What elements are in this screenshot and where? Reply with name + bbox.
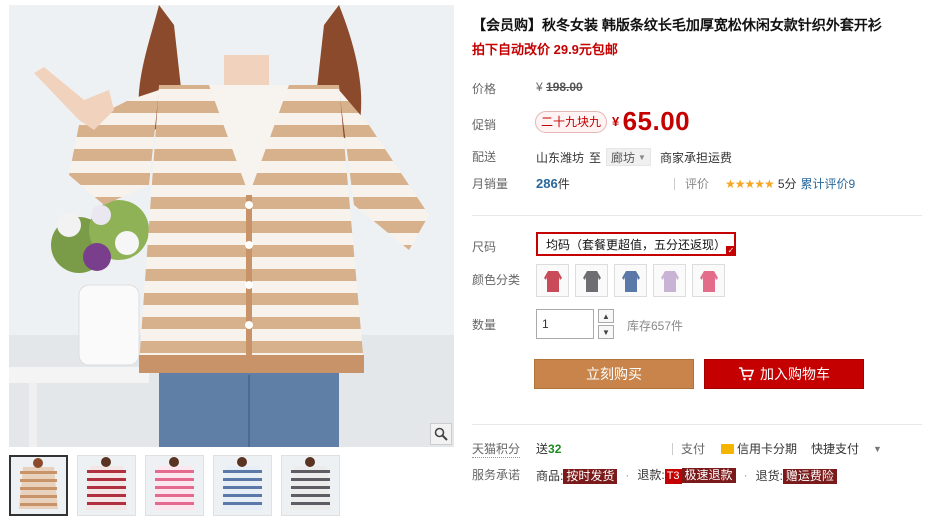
cardigan-icon (543, 270, 562, 292)
credit-installment-label: 信用卡分期 (737, 442, 798, 456)
sales-count-number: 286 (536, 176, 558, 191)
divider (472, 424, 922, 425)
thumbnail-blue[interactable] (213, 455, 272, 516)
city-value: 廊坊 (611, 150, 636, 165)
cart-icon (739, 367, 754, 381)
stock-count: 库存657件 (627, 319, 684, 333)
city-select[interactable]: 廊坊 ▼ (606, 148, 651, 166)
service-return: 退货: 赠运费险 (756, 467, 837, 484)
points-label[interactable]: 天猫积分 (472, 440, 521, 458)
points-value: 送32 (536, 440, 561, 457)
main-product-image[interactable] (9, 5, 454, 447)
separator (674, 177, 675, 190)
chevron-up-icon: ▲ (602, 311, 610, 321)
sales-count-unit: 件 (557, 177, 570, 191)
thumbnail-beige[interactable] (9, 455, 68, 516)
thumbnail-pink[interactable] (145, 455, 204, 516)
sales-count: 286件 (536, 175, 570, 192)
service-goods-label: 商品: (536, 468, 564, 483)
service-return-tag[interactable]: 赠运费险 (782, 468, 837, 484)
quantity-label: 数量 (472, 318, 497, 332)
color-swatch-grey[interactable] (575, 264, 608, 297)
promo-tag: 二十九块九 (535, 111, 608, 133)
color-swatch-red[interactable] (536, 264, 569, 297)
service-goods-tag[interactable]: 按时发货 (563, 468, 618, 484)
buy-now-label: 立刻购买 (586, 366, 642, 382)
product-subtitle: 拍下自动改价 29.9元包邮 (472, 42, 618, 57)
cardigan-icon (582, 270, 601, 292)
original-price: ¥ 198.00 (536, 80, 583, 94)
thumbnail-red[interactable] (77, 455, 136, 516)
quick-pay[interactable]: 快捷支付 (811, 440, 859, 457)
separator (672, 442, 673, 455)
promo-price-currency: ¥ (612, 114, 620, 129)
points-prefix: 送 (536, 442, 549, 456)
size-option-selected[interactable]: 均码（套餐更超值，五分还返现） ✓ (536, 232, 737, 256)
quantity-input[interactable] (536, 309, 594, 339)
chevron-down-icon: ▼ (638, 152, 646, 162)
service-return-label: 退货: (755, 468, 783, 483)
add-to-cart-label: 加入购物车 (760, 366, 830, 382)
size-option-text: 均码（套餐更超值，五分还返现） (546, 238, 727, 252)
cardigan-icon (699, 270, 718, 292)
color-swatch-lavender[interactable] (653, 264, 686, 297)
buy-now-button[interactable]: 立刻购买 (534, 359, 694, 389)
quantity-decrease-button[interactable]: ▼ (598, 325, 614, 339)
star-rating-icon: ★★★★★ (725, 176, 775, 191)
original-price-value: 198.00 (546, 80, 583, 94)
service-refund-tag[interactable]: 极速退款 (681, 468, 736, 483)
points-number: 32 (548, 442, 562, 456)
separator-dot: · (625, 468, 630, 482)
rating-block: 评价 ★★★★★ 5分 累计评价9 (674, 175, 855, 192)
product-info-panel: 【会员购】秋冬女装 韩版条纹长毛加厚宽松休闲女款针织外套开衫 拍下自动改价 29… (472, 0, 930, 522)
shipping-label: 配送 (472, 150, 497, 164)
credit-card-icon (721, 444, 735, 454)
thumbnail-grey[interactable] (281, 455, 340, 516)
product-gallery (9, 5, 454, 519)
ship-to-word: 至 (589, 150, 602, 165)
service-refund-badge: T3 (664, 469, 682, 484)
service-refund: 退款: T3 极速退款 (637, 466, 736, 484)
sales-label: 月销量 (472, 177, 509, 191)
promo-price: ¥ 65.00 (612, 106, 690, 137)
promo-label: 促销 (472, 118, 497, 132)
rating-score: 5分 (777, 177, 797, 191)
divider (472, 215, 922, 216)
shipping-note: 商家承担运费 (659, 150, 732, 165)
total-reviews-link[interactable]: 累计评价9 (801, 175, 856, 192)
color-swatch-blue[interactable] (614, 264, 647, 297)
service-promises: 商品: 按时发货 · 退款: T3 极速退款 · 退货: 赠运费险 (536, 466, 837, 484)
color-swatches (536, 264, 725, 297)
credit-installment[interactable]: 信用卡分期 (721, 440, 797, 457)
ship-from: 山东潍坊 (536, 150, 585, 165)
product-title: 【会员购】秋冬女装 韩版条纹长毛加厚宽松休闲女款针织外套开衫 (472, 17, 882, 33)
cardigan-icon (621, 270, 640, 292)
thumbnail-strip (9, 455, 340, 516)
cardigan-icon (660, 270, 679, 292)
price-label: 价格 (472, 82, 497, 96)
chevron-down-icon[interactable]: ▼ (873, 444, 882, 454)
magnifier-icon[interactable] (430, 423, 452, 445)
shipping-info: 山东潍坊 至 廊坊 ▼ 商家承担运费 (536, 148, 732, 166)
service-goods: 商品: 按时发货 (536, 467, 618, 484)
promo-price-value: 65.00 (622, 106, 691, 136)
separator-dot: · (743, 468, 748, 482)
size-label: 尺码 (472, 240, 497, 254)
rating-label: 评价 (685, 177, 710, 191)
service-refund-label: 退款: (637, 468, 665, 482)
payment-label: 支付 (681, 442, 706, 456)
chevron-down-icon: ▼ (602, 327, 610, 337)
color-label: 颜色分类 (472, 273, 521, 287)
color-swatch-pink[interactable] (692, 264, 725, 297)
original-price-currency: ¥ (536, 80, 543, 94)
payment-options: 支付 信用卡分期 快捷支付 ▼ (672, 440, 882, 457)
quantity-increase-button[interactable]: ▲ (598, 309, 614, 323)
add-to-cart-button[interactable]: 加入购物车 (704, 359, 864, 389)
check-icon: ✓ (726, 246, 737, 256)
service-label: 服务承诺 (472, 468, 521, 482)
